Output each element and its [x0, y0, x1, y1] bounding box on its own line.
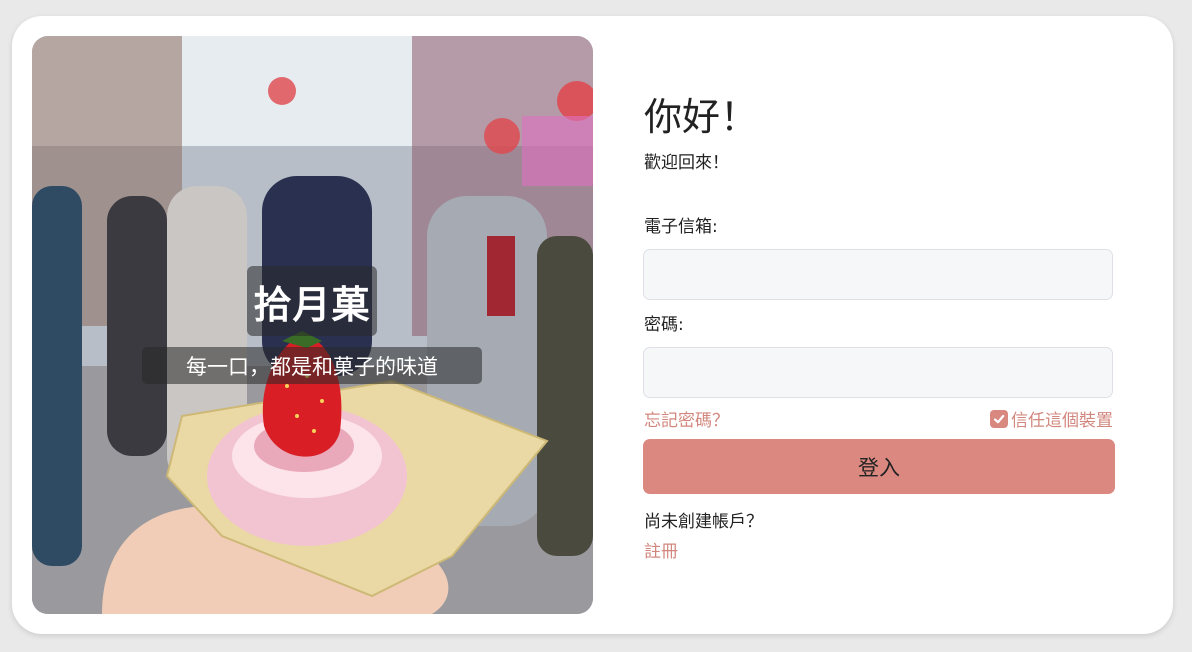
login-button[interactable]: 登入 [643, 439, 1115, 494]
email-label: 電子信箱: [644, 217, 718, 237]
trust-device-checkbox[interactable] [990, 409, 1008, 428]
password-label: 密碼: [644, 315, 684, 335]
no-account-text: 尚未創建帳戶？ [644, 512, 763, 532]
welcome-text: 歡迎回來！ [644, 153, 729, 173]
trust-device-label: 信任這個裝置 [1011, 411, 1113, 431]
login-card: 拾月菓 每一口，都是和菓子的味道 你好！ 歡迎回來！ 電子信箱: 密碼: 忘記密… [12, 16, 1173, 634]
checkmark-icon [993, 414, 1005, 423]
email-field[interactable] [643, 249, 1113, 300]
brand-subtitle: 每一口，都是和菓子的味道 [142, 347, 482, 384]
register-link[interactable]: 註冊 [644, 537, 678, 562]
brand-title: 拾月菓 [247, 266, 377, 336]
trust-device-toggle[interactable]: 信任這個裝置 [990, 406, 1113, 431]
greeting-heading: 你好！ [644, 95, 759, 139]
forgot-password-link[interactable]: 忘記密碼？ [644, 406, 729, 431]
hero-photo: 拾月菓 每一口，都是和菓子的味道 [32, 36, 593, 614]
password-field[interactable] [643, 347, 1113, 398]
